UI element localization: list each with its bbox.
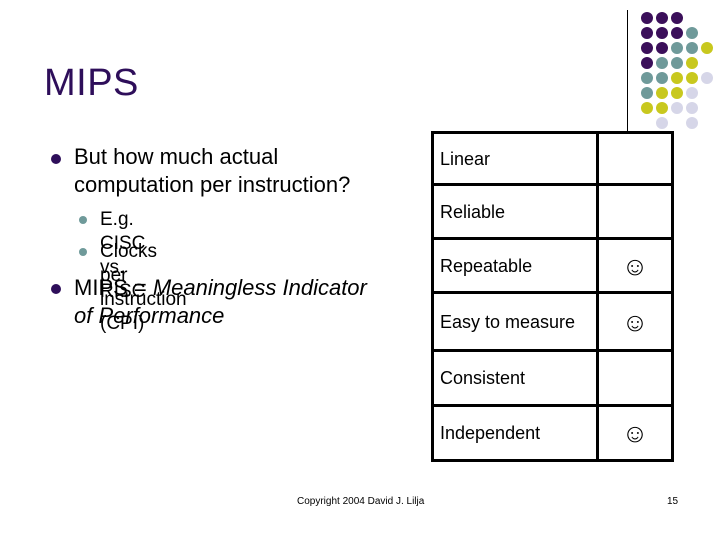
bullet-text-line: computation per instruction? <box>74 172 351 197</box>
bullet-item: But how much actual computation per inst… <box>74 143 424 199</box>
bullet-prefix: MIPS = <box>74 275 153 300</box>
decorative-dot <box>671 57 683 69</box>
decorative-dot <box>686 117 698 129</box>
decorative-dot <box>671 42 683 54</box>
decorative-dot <box>641 12 653 24</box>
properties-table: Linear Reliable Repeatable ☺ Easy to mea… <box>431 131 674 462</box>
bullet-icon <box>51 154 61 164</box>
decorative-dot <box>686 87 698 99</box>
decorative-dot <box>641 57 653 69</box>
decorative-dot <box>656 12 668 24</box>
decorative-dot <box>641 72 653 84</box>
decorative-dot <box>671 12 683 24</box>
table-row: Independent ☺ <box>431 404 674 462</box>
decorative-dot <box>686 72 698 84</box>
smiley-icon: ☺ <box>596 404 674 462</box>
table-row: Repeatable ☺ <box>431 237 674 294</box>
table-cell-label: Linear <box>431 131 599 186</box>
decorative-dot <box>671 27 683 39</box>
smiley-icon: ☺ <box>596 237 674 294</box>
decorative-dot <box>671 87 683 99</box>
decorative-dot <box>686 42 698 54</box>
decorative-dot <box>671 102 683 114</box>
table-cell-label: Independent <box>431 404 599 462</box>
table-cell-mark <box>596 183 674 240</box>
decorative-dot <box>686 102 698 114</box>
table-row: Linear <box>431 131 674 186</box>
sub-bullet-icon <box>79 248 87 256</box>
sub-bullet-icon <box>79 216 87 224</box>
decorative-dot <box>686 27 698 39</box>
decorative-dot <box>656 102 668 114</box>
decorative-dot <box>671 72 683 84</box>
decorative-dot <box>656 42 668 54</box>
table-row: Consistent <box>431 349 674 407</box>
bullet-italic-text: Meaningless Indicator <box>152 275 367 300</box>
page-number: 15 <box>667 496 679 507</box>
table-cell-label: Consistent <box>431 349 599 407</box>
decorative-dot <box>656 117 668 129</box>
table-cell-label: Repeatable <box>431 237 599 294</box>
bullet-italic-text: of Performance <box>74 303 225 328</box>
decorative-dot <box>701 42 713 54</box>
decorative-vertical-line <box>627 10 628 132</box>
decorative-dot-grid <box>641 12 720 137</box>
table-cell-label: Reliable <box>431 183 599 240</box>
bullet-icon <box>51 284 61 294</box>
decorative-dot <box>656 27 668 39</box>
bullet-item: MIPS = Meaningless Indicator of Performa… <box>74 274 434 330</box>
decorative-dot <box>641 102 653 114</box>
decorative-dot <box>656 72 668 84</box>
table-cell-label: Easy to measure <box>431 291 599 352</box>
table-row: Easy to measure ☺ <box>431 291 674 352</box>
footer-copyright: Copyright 2004 David J. Lilja <box>297 496 425 507</box>
table-row: Reliable <box>431 183 674 240</box>
table-cell-mark <box>596 349 674 407</box>
decorative-dot <box>656 87 668 99</box>
bullet-text-line: MIPS = Meaningless Indicator <box>74 274 434 302</box>
bullet-text-line: But how much actual <box>74 144 279 169</box>
decorative-dot <box>656 57 668 69</box>
decorative-dot <box>686 57 698 69</box>
slide-title: MIPS <box>44 62 139 104</box>
decorative-dot <box>641 27 653 39</box>
smiley-icon: ☺ <box>596 291 674 352</box>
table-cell-mark <box>596 131 674 186</box>
decorative-dot <box>701 72 713 84</box>
decorative-dot <box>641 42 653 54</box>
decorative-dot <box>641 87 653 99</box>
